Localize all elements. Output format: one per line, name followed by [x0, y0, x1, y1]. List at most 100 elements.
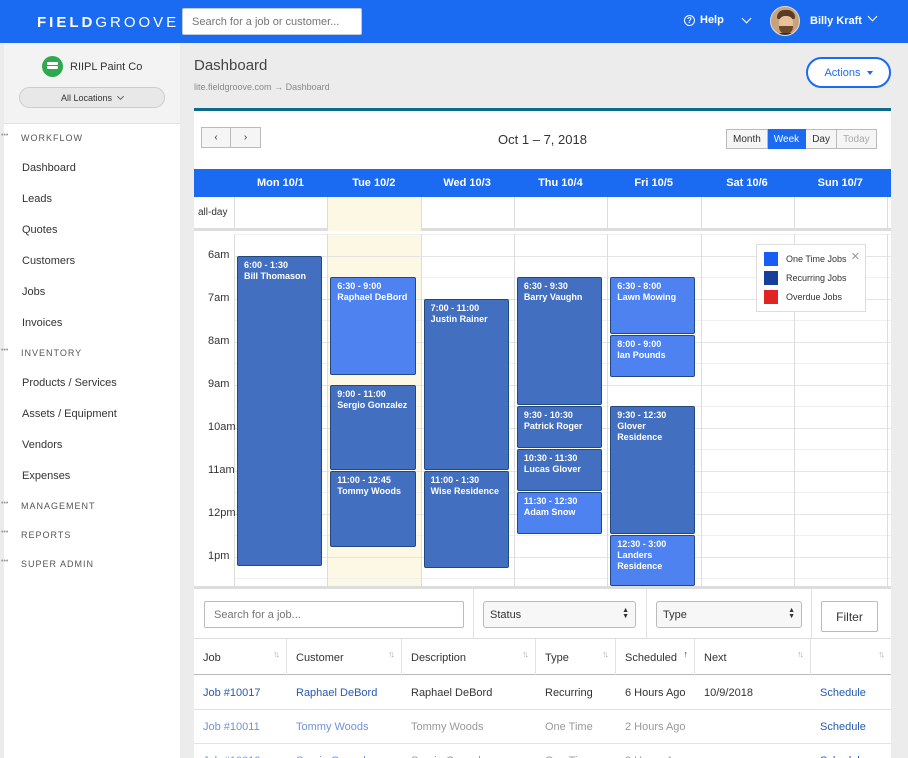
view-day-button[interactable]: Day: [806, 129, 837, 149]
user-menu-chevron-icon[interactable]: [867, 11, 878, 22]
event-name: Raphael DeBord: [337, 292, 408, 302]
cell-customer[interactable]: Tommy Woods: [296, 721, 369, 733]
calendar-event[interactable]: 9:00 - 11:00 Sergio Gonzalez: [330, 384, 416, 470]
allday-column-divider: [793, 197, 795, 231]
sidebar-item-assets-equipment[interactable]: Assets / Equipment: [22, 408, 117, 420]
sidebar-item-customers[interactable]: Customers: [22, 255, 75, 267]
day-header-2[interactable]: Tue 10/2: [327, 177, 420, 189]
section-super-admin[interactable]: SUPER ADMIN: [1, 558, 94, 569]
status-select[interactable]: Status ▲ ▼: [483, 601, 636, 628]
event-time: 6:30 - 9:00: [337, 281, 382, 291]
event-name: Lawn Mowing: [617, 292, 677, 302]
sidebar-item-quotes[interactable]: Quotes: [22, 224, 57, 236]
actions-button[interactable]: Actions: [806, 57, 891, 88]
company-switcher[interactable]: RIIPL Paint Co: [42, 56, 142, 77]
breadcrumb-home[interactable]: lite.fieldgroove.com: [194, 82, 272, 92]
locations-dropdown[interactable]: All Locations: [19, 87, 165, 108]
cell-next: 10/9/2018: [704, 687, 753, 699]
calendar-event[interactable]: 9:30 - 12:30 Glover Residence: [610, 406, 696, 534]
sidebar-item-dashboard[interactable]: Dashboard: [22, 162, 76, 174]
legend-item: Recurring Jobs: [764, 271, 847, 285]
sort-icon[interactable]: ↑↓: [878, 649, 885, 659]
global-search-input[interactable]: [182, 8, 362, 35]
sidebar-item-expenses[interactable]: Expenses: [22, 470, 70, 482]
legend-swatch: [764, 271, 778, 285]
event-name: Justin Rainer: [430, 313, 488, 324]
calendar-event[interactable]: 12:30 - 3:00 Landers Residence: [610, 535, 696, 586]
calendar-event[interactable]: 11:00 - 12:45 Tommy Woods: [330, 470, 416, 547]
sidebar-item-products-services[interactable]: Products / Services: [22, 377, 117, 389]
table-row[interactable]: Job #10011 Tommy Woods Tommy Woods One Time…: [194, 710, 891, 744]
day-header-5[interactable]: Fri 10/5: [607, 177, 700, 189]
breadcrumb: lite.fieldgroove.com → Dashboard: [194, 82, 330, 92]
type-select[interactable]: Type ▲ ▼: [656, 601, 802, 628]
calendar-event[interactable]: 11:30 - 12:30 Adam Snow: [516, 492, 603, 534]
allday-column-divider: [327, 197, 329, 231]
section-workflow[interactable]: WORKFLOW: [1, 132, 83, 143]
sort-icon[interactable]: ↑↓: [602, 649, 609, 659]
cell-job[interactable]: Job #10017: [203, 687, 261, 699]
calendar-event[interactable]: 8:00 - 9:00 Ian Pounds: [610, 335, 696, 378]
user-name[interactable]: Billy Kraft: [810, 15, 862, 27]
filter-button[interactable]: Filter: [821, 601, 878, 632]
sort-icon[interactable]: ↑↓: [797, 649, 804, 659]
select-arrows-icon: ▲ ▼: [622, 607, 629, 620]
type-select-value: Type: [663, 609, 687, 621]
brand-logo[interactable]: FIELDGROOVE: [37, 14, 179, 31]
section-management[interactable]: MANAGEMENT: [1, 500, 96, 511]
column-header-scheduled[interactable]: Scheduled ↑: [616, 639, 695, 675]
sort-icon[interactable]: ↑↓: [522, 649, 529, 659]
column-header-customer[interactable]: Customer ↑↓: [287, 639, 402, 675]
help-menu[interactable]: ? Help: [684, 13, 752, 26]
time-label: 10am: [208, 420, 236, 433]
sidebar-item-vendors[interactable]: Vendors: [22, 439, 62, 451]
day-header-4[interactable]: Thu 10/4: [514, 177, 607, 189]
section-reports[interactable]: REPORTS: [1, 529, 71, 540]
view-month-button[interactable]: Month: [726, 129, 768, 149]
column-header-next[interactable]: Next ↑↓: [695, 639, 811, 675]
day-header-1[interactable]: Mon 10/1: [234, 177, 327, 189]
cell-customer[interactable]: Raphael DeBord: [296, 687, 377, 699]
sort-icon[interactable]: ↑: [684, 649, 688, 659]
legend-label: Recurring Jobs: [786, 273, 847, 283]
cell-actions[interactable]: Schedule: [820, 687, 866, 699]
day-header-3[interactable]: Wed 10/3: [421, 177, 514, 189]
calendar-event[interactable]: 9:30 - 10:30 Patrick Roger: [516, 406, 603, 448]
sort-icon[interactable]: ↑↓: [388, 649, 395, 659]
view-week-button[interactable]: Week: [767, 129, 807, 149]
allday-column-divider: [234, 197, 235, 231]
avatar[interactable]: [770, 6, 800, 36]
column-header-job[interactable]: Job ↑↓: [194, 639, 287, 675]
cell-actions[interactable]: Schedule: [820, 721, 866, 733]
calendar-event[interactable]: 6:30 - 8:00 Lawn Mowing: [610, 277, 696, 335]
event-time: 9:30 - 10:30: [523, 410, 573, 420]
calendar-event[interactable]: 6:00 - 1:30 Bill Thomason: [237, 255, 323, 567]
calendar-event[interactable]: 6:30 - 9:00 Raphael DeBord: [330, 277, 416, 375]
cell-scheduled: 2 Hours Ago: [625, 721, 686, 733]
column-header-type[interactable]: Type ↑↓: [536, 639, 616, 675]
today-button[interactable]: Today: [836, 129, 877, 149]
day-header-7[interactable]: Sun 10/7: [794, 177, 887, 189]
cell-job[interactable]: Job #10011: [203, 721, 260, 733]
calendar-event[interactable]: 11:00 - 1:30 Wise Residence: [423, 470, 509, 569]
sidebar-item-invoices[interactable]: Invoices: [22, 317, 62, 329]
time-label: 11am: [208, 463, 235, 476]
column-header-actions[interactable]: ↑↓: [811, 639, 891, 675]
calendar-event[interactable]: 7:00 - 11:00 Justin Rainer: [423, 298, 509, 470]
sidebar-item-jobs[interactable]: Jobs: [22, 286, 45, 298]
event-time: 12:30 - 3:00: [617, 539, 667, 549]
legend-swatch: [764, 252, 778, 266]
time-label: 7am: [208, 291, 230, 304]
table-row[interactable]: Job #10010Sergio GonzalezSergio Gonzalez…: [194, 744, 891, 758]
section-inventory[interactable]: INVENTORY: [1, 347, 82, 358]
calendar-event[interactable]: 6:30 - 9:30 Barry Vaughn: [516, 277, 603, 405]
close-icon[interactable]: ✕: [851, 250, 860, 263]
job-search-input[interactable]: [204, 601, 464, 628]
column-header-description[interactable]: Description ↑↓: [402, 639, 536, 675]
sort-icon[interactable]: ↑↓: [273, 649, 280, 659]
sidebar-item-leads[interactable]: Leads: [22, 193, 52, 205]
calendar-event[interactable]: 10:30 - 11:30 Lucas Glover: [516, 449, 603, 491]
day-header-6[interactable]: Sat 10/6: [701, 177, 794, 189]
table-row[interactable]: Job #10017 Raphael DeBord Raphael DeBord Re…: [194, 676, 891, 710]
event-name: Patrick Roger: [523, 421, 583, 431]
